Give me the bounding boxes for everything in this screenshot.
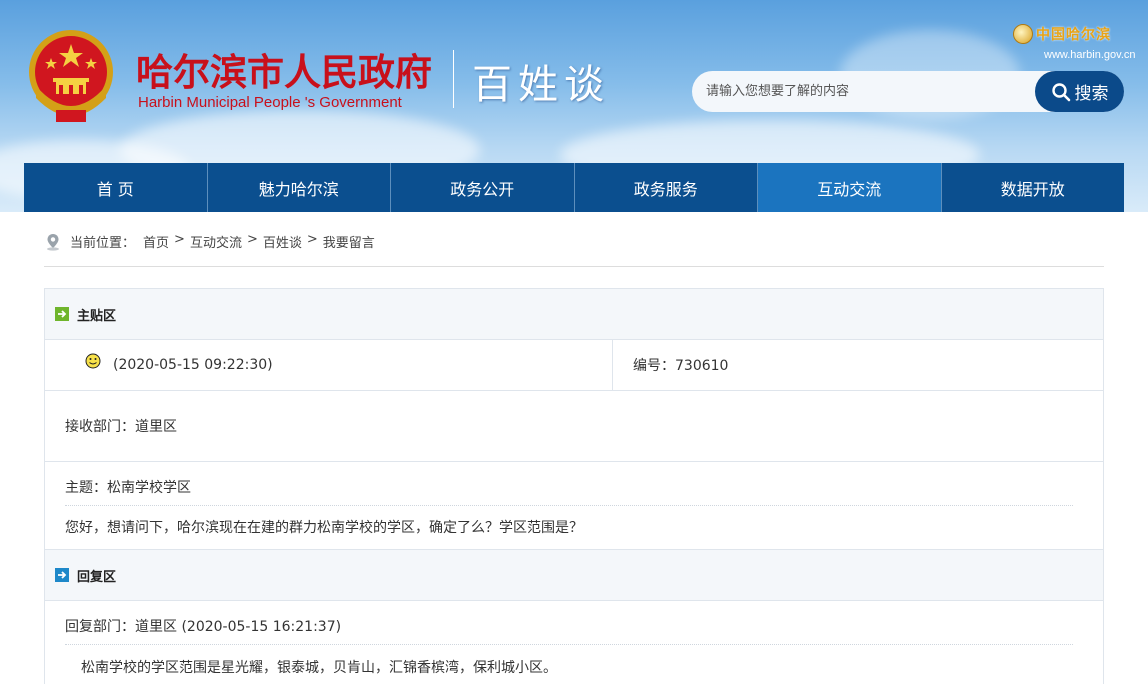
reply-body: 回复部门：道里区 (2020-05-15 16:21:37) 松南学校的学区范围… — [45, 601, 1103, 684]
main-post-body: 主题：松南学校学区 您好，想请问下，哈尔滨现在在建的群力松南学校的学区，确定了么… — [45, 462, 1103, 550]
main-post-panel: 主贴区 (2020-05-15 09:22:30) 编号：730610 接收部门… — [44, 288, 1104, 550]
nav-item-home[interactable]: 首 页 — [24, 163, 208, 212]
main-post-title: 主贴区 — [77, 308, 117, 324]
breadcrumb-leave-message[interactable]: 我要留言 — [323, 232, 375, 251]
search-input[interactable] — [706, 71, 1036, 112]
nav-item-government-services[interactable]: 政务服务 — [575, 163, 758, 212]
main-content: 当前位置： 首页 > 互动交流 > 百姓谈 > 我要留言 主贴区 (2020-0… — [24, 212, 1124, 684]
main-post-author-cell: (2020-05-15 09:22:30) — [45, 340, 613, 390]
breadcrumb-separator: > — [246, 232, 258, 247]
reply-panel: 回复区 回复部门：道里区 (2020-05-15 16:21:37) 松南学校的… — [44, 550, 1104, 684]
reply-header: 回复区 — [45, 550, 1103, 601]
column-title: 百姓谈 — [472, 62, 610, 108]
reply-meta: 回复部门：道里区 (2020-05-15 16:21:37) — [65, 619, 342, 635]
breadcrumb-home[interactable]: 首页 — [143, 232, 169, 251]
search-button[interactable]: 搜索 — [1035, 71, 1124, 112]
main-post-timestamp: (2020-05-15 09:22:30) — [113, 357, 273, 373]
green-arrow-icon — [55, 307, 69, 321]
main-post-header: 主贴区 — [45, 289, 1103, 340]
harbin-logo-text: 中国哈尔滨 — [1036, 27, 1111, 43]
site-url: www.harbin.gov.cn — [1044, 49, 1136, 61]
nav-item-charm-harbin[interactable]: 魅力哈尔滨 — [208, 163, 391, 212]
breadcrumb-separator: > — [174, 232, 185, 247]
national-emblem-icon — [26, 26, 116, 124]
breadcrumb-baixingtan[interactable]: 百姓谈 — [263, 232, 302, 251]
smiley-icon — [85, 353, 101, 369]
location-pin-icon — [47, 234, 59, 251]
main-post-subject: 主题：松南学校学区 — [65, 480, 191, 496]
main-post-id-cell: 编号：730610 — [613, 340, 728, 390]
site-title: 哈尔滨市人民政府 — [136, 51, 432, 94]
dotted-divider — [65, 644, 1073, 645]
main-post-department: 接收部门：道里区 — [65, 419, 177, 435]
search-button-label: 搜索 — [1074, 84, 1109, 104]
main-post-id: 编号：730610 — [633, 358, 729, 374]
reply-content: 松南学校的学区范围是星光耀，银泰城，贝肯山，汇锦香槟湾，保利城小区。 — [81, 660, 557, 676]
harbin-logo[interactable]: 中国哈尔滨 — [1013, 24, 1111, 44]
breadcrumb: 当前位置： 首页 > 互动交流 > 百姓谈 > 我要留言 — [44, 232, 1104, 267]
search-icon — [1051, 82, 1070, 101]
main-post-department-row: 接收部门：道里区 — [45, 391, 1103, 462]
main-nav: 首 页 魅力哈尔滨 政务公开 政务服务 互动交流 数据开放 — [24, 163, 1124, 212]
blue-arrow-icon — [55, 568, 69, 582]
breadcrumb-separator: > — [306, 232, 318, 247]
main-post-content: 您好，想请问下，哈尔滨现在在建的群力松南学校的学区，确定了么？学区范围是？ — [65, 520, 583, 536]
search-box: 搜索 — [692, 71, 1124, 112]
reply-title: 回复区 — [77, 569, 117, 585]
nav-item-open-data[interactable]: 数据开放 — [942, 163, 1125, 212]
dotted-divider — [65, 505, 1073, 506]
breadcrumb-interaction[interactable]: 互动交流 — [190, 232, 242, 251]
nav-item-government-affairs[interactable]: 政务公开 — [391, 163, 575, 212]
main-post-meta-row: (2020-05-15 09:22:30) 编号：730610 — [45, 340, 1103, 391]
site-subtitle: Harbin Municipal People 's Government — [138, 94, 402, 111]
nav-item-interaction[interactable]: 互动交流 — [758, 163, 942, 212]
title-divider — [453, 50, 454, 108]
harbin-logo-icon — [1013, 24, 1033, 44]
breadcrumb-prefix: 当前位置： — [70, 236, 136, 251]
